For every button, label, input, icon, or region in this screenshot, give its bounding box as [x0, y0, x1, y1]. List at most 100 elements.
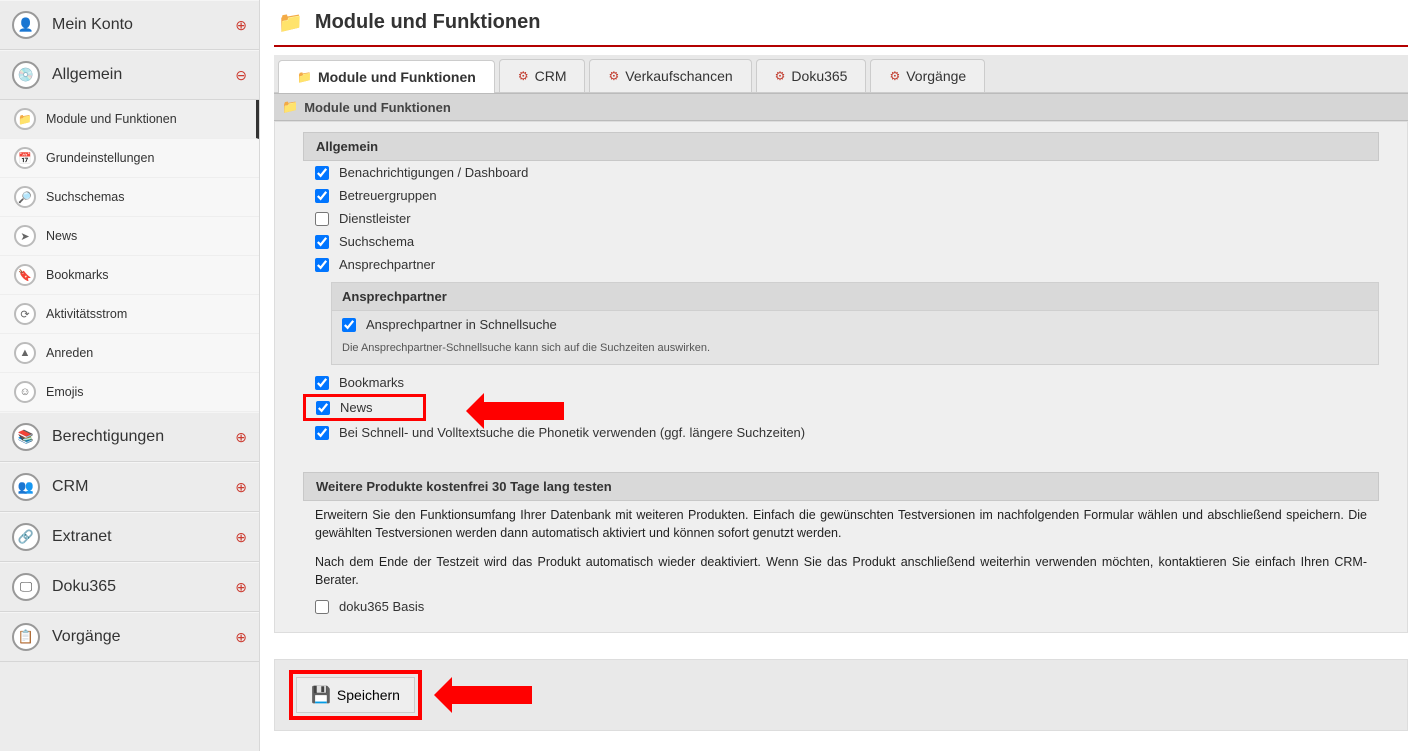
ansprechpartner-block: Ansprechpartner Ansprechpartner in Schne… — [331, 282, 1379, 365]
checkbox[interactable] — [315, 189, 329, 203]
checkbox-row: Benachrichtigungen / Dashboard — [303, 161, 1379, 184]
sidebar-item-icon: ➤ — [14, 225, 36, 247]
sidebar-item-icon: 📅 — [14, 147, 36, 169]
gear-icon: ⚙ — [608, 69, 619, 83]
gear-icon: ⚙ — [775, 69, 786, 83]
expand-icon: ⊕ — [235, 17, 247, 34]
sidebar: 👤Mein Konto⊕💿Allgemein⊖📁Module und Funkt… — [0, 0, 260, 751]
save-bar: 💾 Speichern — [274, 659, 1408, 731]
save-icon: 💾 — [311, 685, 331, 705]
sidebar-item-label: Aktivitätsstrom — [46, 307, 127, 321]
sidebar-group-vorgänge[interactable]: 📋Vorgänge⊕ — [0, 612, 259, 662]
tab-label: Verkaufschancen — [625, 68, 732, 84]
folder-icon: 📁 — [297, 70, 312, 84]
sidebar-item-label: Anreden — [46, 346, 93, 360]
checkbox-label: Bookmarks — [339, 375, 404, 390]
checkbox-row-ansprech-schnell: Ansprechpartner in Schnellsuche — [332, 311, 1378, 338]
sidebar-group-mein-konto[interactable]: 👤Mein Konto⊕ — [0, 0, 259, 50]
sidebar-group-label: Allgemein — [52, 66, 235, 84]
tab-label: Module und Funktionen — [318, 69, 476, 85]
folder-icon: 📁 — [282, 99, 298, 115]
checkbox-label: Ansprechpartner — [339, 257, 435, 272]
red-divider — [274, 45, 1408, 47]
content-card: Allgemein Benachrichtigungen / Dashboard… — [274, 121, 1408, 633]
tab-verkaufschancen[interactable]: ⚙ Verkaufschancen — [589, 59, 751, 92]
folder-icon: 📁 — [278, 10, 303, 35]
checkbox[interactable] — [316, 401, 330, 415]
group-allgemein-header: Allgemein — [303, 132, 1379, 161]
checkbox[interactable] — [315, 166, 329, 180]
checkbox-row: Bookmarks — [303, 371, 1379, 394]
gear-icon: ⚙ — [889, 69, 900, 83]
checkbox-row: Suchschema — [303, 230, 1379, 253]
checkbox[interactable] — [315, 212, 329, 226]
expand-icon: ⊕ — [235, 629, 247, 646]
expand-icon: ⊕ — [235, 479, 247, 496]
sidebar-item-label: Suchschemas — [46, 190, 125, 204]
expand-icon: ⊕ — [235, 529, 247, 546]
tab-module-und-funktionen[interactable]: 📁 Module und Funktionen — [278, 60, 495, 93]
checkbox[interactable] — [315, 426, 329, 440]
sidebar-item-aktivitätsstrom[interactable]: ⟳Aktivitätsstrom — [0, 295, 259, 334]
sidebar-group-icon: 📋 — [12, 623, 40, 651]
tab-label: Vorgänge — [906, 68, 966, 84]
checkbox-label: Betreuergruppen — [339, 188, 437, 203]
save-button-label: Speichern — [337, 687, 400, 703]
checkbox-row: Ansprechpartner — [303, 253, 1379, 276]
checkbox[interactable] — [315, 258, 329, 272]
sidebar-item-suchschemas[interactable]: 🔎 Suchschemas — [0, 178, 259, 217]
tab-doku365[interactable]: ⚙ Doku365 — [756, 59, 867, 92]
sidebar-group-label: Berechtigungen — [52, 428, 235, 446]
checkbox-label: Suchschema — [339, 234, 414, 249]
sidebar-item-icon: ☺ — [14, 381, 36, 403]
checkbox-label: News — [340, 400, 373, 415]
sidebar-group-doku365[interactable]: 🖵Doku365⊕ — [0, 562, 259, 612]
sidebar-item-label: Bookmarks — [46, 268, 109, 282]
sidebar-item-icon: 🔖 — [14, 264, 36, 286]
sidebar-item-bookmarks[interactable]: 🔖 Bookmarks — [0, 256, 259, 295]
sidebar-group-icon: 🖵 — [12, 573, 40, 601]
sidebar-group-icon: 📚 — [12, 423, 40, 451]
sidebar-item-anreden[interactable]: ▲Anreden — [0, 334, 259, 373]
sidebar-group-crm[interactable]: 👥CRM⊕ — [0, 462, 259, 512]
save-highlight-annotation: 💾 Speichern — [289, 670, 422, 720]
group-weitere-header: Weitere Produkte kostenfrei 30 Tage lang… — [303, 472, 1379, 501]
checkbox-ansprech-schnell[interactable] — [342, 318, 356, 332]
tab-label: CRM — [535, 68, 567, 84]
checkbox-label: Dienstleister — [339, 211, 411, 226]
checkbox-row-highlighted: News — [303, 394, 426, 421]
sidebar-group-icon: 🔗 — [12, 523, 40, 551]
tab-label: Doku365 — [791, 68, 847, 84]
weitere-desc-1: Erweitern Sie den Funktionsumfang Ihrer … — [303, 501, 1379, 548]
sidebar-group-label: Mein Konto — [52, 16, 235, 34]
sidebar-item-label: News — [46, 229, 77, 243]
sidebar-group-extranet[interactable]: 🔗 Extranet⊕ — [0, 512, 259, 562]
checkbox[interactable] — [315, 376, 329, 390]
page-title-row: 📁 Module und Funktionen — [274, 0, 1408, 45]
gear-icon: ⚙ — [518, 69, 529, 83]
sidebar-group-allgemein[interactable]: 💿Allgemein⊖ — [0, 50, 259, 100]
tab-bar: 📁 Module und Funktionen ⚙ CRM ⚙ Verkaufschanc… — [274, 55, 1408, 93]
sidebar-group-label: Extranet — [52, 528, 235, 546]
sidebar-item-news[interactable]: ➤ News — [0, 217, 259, 256]
weitere-desc-2: Nach dem Ende der Testzeit wird das Prod… — [303, 548, 1379, 595]
save-button[interactable]: 💾 Speichern — [296, 677, 415, 713]
checkbox-row: Dienstleister — [303, 207, 1379, 230]
checkbox-doku365[interactable] — [315, 600, 329, 614]
checkbox-row: Bei Schnell- und Volltextsuche die Phone… — [303, 421, 1379, 444]
sidebar-group-icon: 💿 — [12, 61, 40, 89]
sidebar-item-emojis[interactable]: ☺ Emojis — [0, 373, 259, 412]
section-header: 📁 Module und Funktionen — [274, 93, 1408, 121]
sidebar-group-berechtigungen[interactable]: 📚Berechtigungen⊕ — [0, 412, 259, 462]
page-title: Module und Funktionen — [315, 11, 541, 34]
sidebar-item-grundeinstellungen[interactable]: 📅Grundeinstellungen — [0, 139, 259, 178]
checkbox[interactable] — [315, 235, 329, 249]
sidebar-item-label: Emojis — [46, 385, 84, 399]
sidebar-item-module-und-funktionen[interactable]: 📁Module und Funktionen — [0, 100, 259, 139]
sidebar-group-label: CRM — [52, 478, 235, 496]
tab-vorgänge[interactable]: ⚙ Vorgänge — [870, 59, 985, 92]
tab-crm[interactable]: ⚙ CRM — [499, 59, 586, 92]
checkbox-label: Bei Schnell- und Volltextsuche die Phone… — [339, 425, 805, 440]
sidebar-item-icon: 🔎 — [14, 186, 36, 208]
ansprech-hint: Die Ansprechpartner-Schnellsuche kann si… — [332, 338, 1378, 364]
